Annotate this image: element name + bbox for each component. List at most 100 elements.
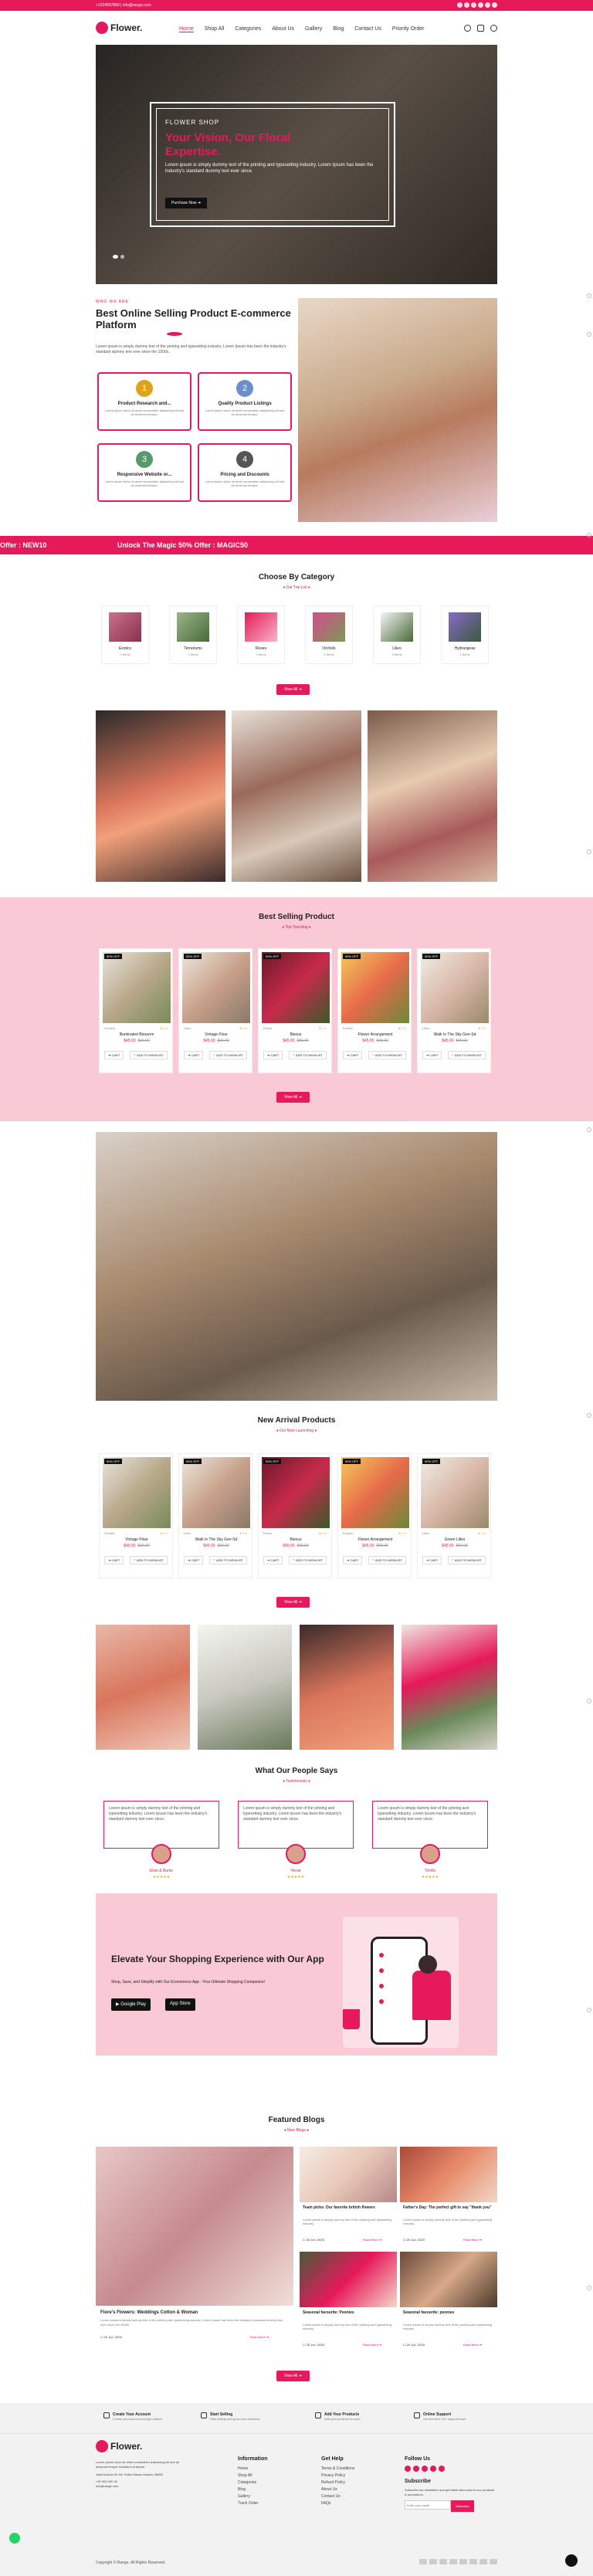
view-all-arrivals-button[interactable]: View All ➜ bbox=[276, 1597, 310, 1608]
footer-link[interactable]: Track Order bbox=[238, 2500, 268, 2507]
footer-link[interactable]: Terms & Conditions bbox=[321, 2466, 354, 2473]
category-card[interactable]: Terrariums 3 Items bbox=[169, 605, 217, 664]
purchase-now-button[interactable]: Purchase Now ➜ bbox=[165, 198, 208, 208]
add-to-wishlist-button[interactable]: ♡ ADD TO WISHLIST bbox=[368, 1051, 406, 1059]
add-to-wishlist-button[interactable]: ♡ ADD TO WISHLIST bbox=[288, 1051, 327, 1059]
category-card[interactable]: Orchids 1 Items bbox=[305, 605, 353, 664]
product-name[interactable]: Flower Arrangement bbox=[338, 1032, 412, 1037]
blog-card[interactable]: Team picks: Our favorite british flowers… bbox=[300, 2147, 397, 2249]
product-card[interactable]: 50% OFF Lilies ★ 4.0 Walk In The Sky Gen-Sd… bbox=[417, 948, 491, 1073]
product-image[interactable] bbox=[182, 1457, 250, 1528]
product-card[interactable]: 50% OFF Orchids ★ 4.0 Illuminated Blossom $4… bbox=[99, 948, 173, 1073]
nav-categories[interactable]: Categories bbox=[235, 26, 261, 32]
add-to-wishlist-button[interactable]: ♡ ADD TO WISHLIST bbox=[368, 1556, 406, 1564]
read-more-link[interactable]: Read More ➜ bbox=[463, 2343, 482, 2347]
add-to-cart-button[interactable]: ➜ CART bbox=[104, 1556, 124, 1564]
instagram-icon[interactable] bbox=[413, 2466, 419, 2472]
product-image[interactable] bbox=[103, 1457, 171, 1528]
product-image[interactable] bbox=[421, 1457, 489, 1528]
blog-title[interactable]: Team picks: Our favorite british flowers bbox=[303, 2205, 394, 2210]
product-name[interactable]: Illuminated Blossom bbox=[100, 1032, 174, 1037]
side-nav-dot[interactable] bbox=[587, 849, 591, 854]
slide-dot[interactable] bbox=[113, 255, 118, 259]
nav-home[interactable]: Home bbox=[179, 26, 194, 32]
read-more-link[interactable]: Read More ➜ bbox=[363, 2343, 381, 2347]
add-to-wishlist-button[interactable]: ♡ ADD TO WISHLIST bbox=[447, 1051, 486, 1059]
product-name[interactable]: Bisous bbox=[259, 1537, 333, 1542]
footer-email[interactable]: info@range.com bbox=[96, 2484, 181, 2489]
footer-logo[interactable]: Flower. bbox=[96, 2440, 142, 2452]
product-image[interactable] bbox=[341, 952, 409, 1023]
blog-title[interactable]: Father's Day: The perfect gift to say "t… bbox=[403, 2205, 494, 2210]
blog-card[interactable]: Seasonal favourite: Peonies Lorem ipsum i… bbox=[300, 2252, 397, 2354]
product-image[interactable] bbox=[341, 1457, 409, 1528]
youtube-icon[interactable] bbox=[478, 2, 483, 8]
read-more-link[interactable]: Read More ➜ bbox=[463, 2238, 482, 2242]
add-to-wishlist-button[interactable]: ♡ ADD TO WISHLIST bbox=[288, 1556, 327, 1564]
add-to-cart-button[interactable]: ➜ CART bbox=[104, 1051, 124, 1059]
product-image[interactable] bbox=[182, 952, 250, 1023]
phone-call-icon[interactable] bbox=[565, 2554, 578, 2567]
gallery-image[interactable] bbox=[368, 710, 497, 882]
product-card[interactable]: 50% OFF Lilies ★ 4.0 Vintage Flour $45.00 $90… bbox=[178, 948, 252, 1073]
gallery-image[interactable] bbox=[300, 1625, 394, 1750]
view-all-categories-button[interactable]: View All ➜ bbox=[276, 684, 310, 695]
product-card[interactable]: 50% OFF Exotics ★ 4.0 Flower Arrangement $45… bbox=[337, 1453, 412, 1578]
twitter-icon[interactable] bbox=[471, 2, 476, 8]
product-name[interactable]: Green Lilies bbox=[418, 1537, 492, 1542]
add-to-wishlist-button[interactable]: ♡ ADD TO WISHLIST bbox=[447, 1556, 486, 1564]
footer-link[interactable]: Shop All bbox=[238, 2473, 268, 2479]
slide-dot[interactable] bbox=[120, 255, 124, 259]
logo[interactable]: Flower. bbox=[96, 22, 142, 34]
add-to-wishlist-button[interactable]: ♡ ADD TO WISHLIST bbox=[208, 1556, 247, 1564]
footer-link[interactable]: Home bbox=[238, 2466, 268, 2473]
footer-link[interactable]: Refund Policy bbox=[321, 2479, 354, 2486]
nav-contact[interactable]: Contact Us bbox=[354, 26, 381, 32]
add-to-wishlist-button[interactable]: ♡ ADD TO WISHLIST bbox=[129, 1051, 168, 1059]
nav-blog[interactable]: Blog bbox=[333, 26, 344, 32]
blog-card[interactable]: Father's Day: The perfect gift to say "t… bbox=[400, 2147, 497, 2249]
read-more-link[interactable]: Read More ➜ bbox=[250, 2335, 269, 2339]
search-icon[interactable] bbox=[464, 25, 471, 32]
app-store-button[interactable]: App Store bbox=[165, 1998, 195, 2011]
facebook-icon[interactable] bbox=[405, 2466, 411, 2472]
product-card[interactable]: 50% OFF Orchids ★ 4.0 Vintage Flour $45.00 $9… bbox=[99, 1453, 173, 1578]
gallery-image[interactable] bbox=[402, 1625, 497, 1750]
view-all-best-button[interactable]: View All ➜ bbox=[276, 1092, 310, 1103]
side-nav-dot[interactable] bbox=[587, 2286, 591, 2290]
side-nav-dot[interactable] bbox=[587, 1413, 591, 1418]
twitter-icon[interactable] bbox=[422, 2466, 428, 2472]
facebook-icon[interactable] bbox=[457, 2, 463, 8]
blog-card-main[interactable]: Fiore's Flowers: Weddings Cotton & Woman… bbox=[96, 2147, 293, 2354]
side-nav-dot[interactable] bbox=[587, 293, 591, 298]
category-card[interactable]: Lilies 3 Items bbox=[373, 605, 421, 664]
product-name[interactable]: Vintage Flour bbox=[179, 1032, 253, 1037]
product-card[interactable]: 50% OFF Roses ★ 4.0 Bisous $45.00 $90.00 ➜ CAR… bbox=[258, 948, 332, 1073]
google-play-button[interactable]: ▶ Google Play bbox=[111, 1998, 151, 2011]
footer-link[interactable]: Blog bbox=[238, 2486, 268, 2493]
product-image[interactable] bbox=[421, 952, 489, 1023]
side-nav-dot[interactable] bbox=[587, 332, 591, 337]
add-to-cart-button[interactable]: ➜ CART bbox=[422, 1051, 442, 1059]
youtube-icon[interactable] bbox=[430, 2466, 436, 2472]
add-to-cart-button[interactable]: ➜ CART bbox=[184, 1556, 204, 1564]
cart-icon[interactable] bbox=[477, 25, 484, 32]
add-to-cart-button[interactable]: ➜ CART bbox=[422, 1556, 442, 1564]
product-image[interactable] bbox=[262, 1457, 330, 1528]
add-to-wishlist-button[interactable]: ♡ ADD TO WISHLIST bbox=[129, 1556, 168, 1564]
footer-link[interactable]: About Us bbox=[321, 2486, 354, 2493]
add-to-cart-button[interactable]: ➜ CART bbox=[184, 1051, 204, 1059]
newsletter-email-input[interactable] bbox=[405, 2500, 451, 2510]
linkedin-icon[interactable] bbox=[492, 2, 497, 8]
gallery-image[interactable] bbox=[198, 1625, 292, 1750]
product-card[interactable]: 50% OFF Roses ★ 4.0 Bisous $45.00 $90.00 ➜ CAR… bbox=[258, 1453, 332, 1578]
product-card[interactable]: 50% OFF Lilies ★ 4.0 Green Lilies $45.00 $90.… bbox=[417, 1453, 491, 1578]
product-image[interactable] bbox=[103, 952, 171, 1023]
add-to-cart-button[interactable]: ➜ CART bbox=[343, 1051, 363, 1059]
pinterest-icon[interactable] bbox=[439, 2466, 445, 2472]
product-image[interactable] bbox=[262, 952, 330, 1023]
read-more-link[interactable]: Read More ➜ bbox=[363, 2238, 381, 2242]
side-nav-dot[interactable] bbox=[587, 533, 591, 537]
footer-link[interactable]: FAQs bbox=[321, 2500, 354, 2507]
product-name[interactable]: Flower Arrangement bbox=[338, 1537, 412, 1542]
